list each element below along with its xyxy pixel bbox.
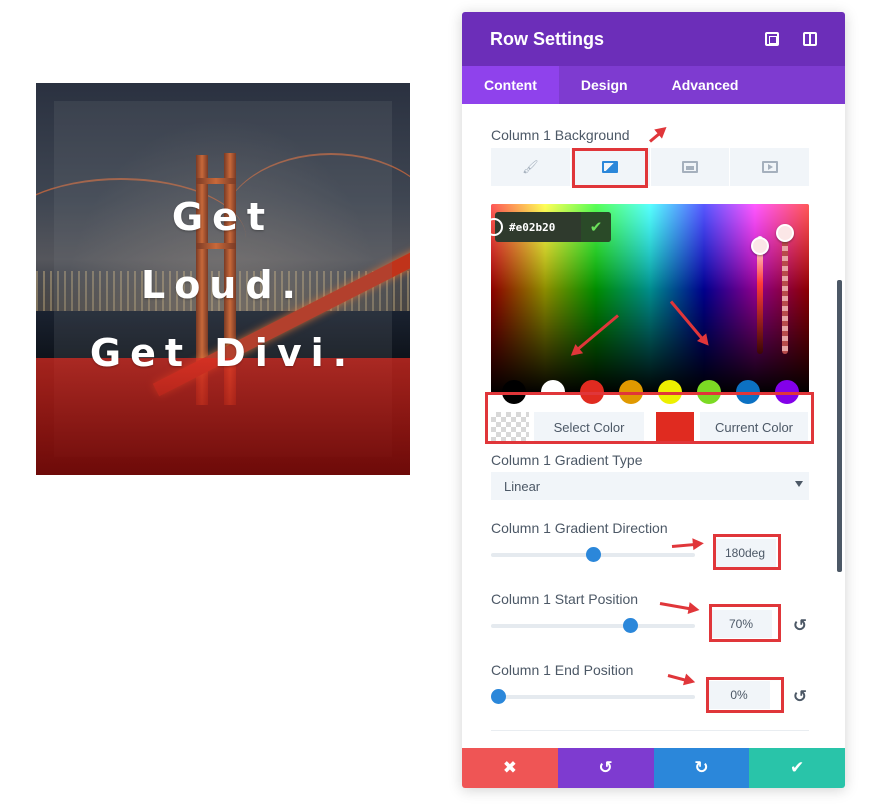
bg-tab-image[interactable] <box>650 148 730 186</box>
hex-value: #e02b20 <box>509 220 556 234</box>
tab-design[interactable]: Design <box>559 66 650 104</box>
chevron-down-icon <box>795 481 803 487</box>
annotation-highlight <box>572 148 648 188</box>
expand-icon[interactable] <box>765 32 779 46</box>
gradient-type-select[interactable]: Linear <box>491 472 809 500</box>
end-position-label: Column 1 End Position <box>491 662 634 678</box>
slider-knob[interactable] <box>491 689 506 704</box>
headline-line: Get Divi. <box>89 331 357 375</box>
preview-image: Get Loud. Get Divi. <box>36 83 410 475</box>
undo-icon: ↺ <box>598 758 613 777</box>
hex-input[interactable]: #e02b20 ✔ <box>495 212 611 242</box>
reset-icon[interactable]: ↺ <box>792 688 808 705</box>
panel-header: Row Settings <box>462 12 845 66</box>
alpha-slider-handle[interactable] <box>776 224 794 242</box>
alpha-slider[interactable] <box>776 224 794 354</box>
color-picker-field[interactable]: #e02b20 ✔ <box>491 204 809 394</box>
end-position-slider[interactable] <box>491 689 695 704</box>
video-icon <box>761 161 778 173</box>
headline-line: Get <box>171 195 275 239</box>
tab-advanced[interactable]: Advanced <box>650 66 761 104</box>
sidebar-toggle-icon[interactable] <box>803 32 817 46</box>
annotation-highlight <box>485 392 814 444</box>
panel-footer: ✖ ↺ ↻ ✔ <box>462 748 845 788</box>
image-icon <box>681 161 698 173</box>
scrollbar[interactable] <box>837 280 842 572</box>
bg-tab-video[interactable] <box>730 148 809 186</box>
gradient-type-value: Linear <box>504 478 541 494</box>
confirm-check-icon[interactable]: ✔ <box>581 212 611 242</box>
reset-icon[interactable]: ↺ <box>792 617 808 634</box>
redo-button[interactable]: ↻ <box>653 748 750 788</box>
undo-button[interactable]: ↺ <box>557 748 654 788</box>
annotation-highlight <box>713 534 781 570</box>
start-position-label: Column 1 Start Position <box>491 591 639 607</box>
color-bucket-icon: 🖌 <box>522 159 539 174</box>
checkmark-icon: ✔ <box>790 758 805 777</box>
headline-line: Loud. <box>140 263 305 307</box>
slider-knob[interactable] <box>623 618 639 633</box>
panel-title: Row Settings <box>490 28 605 49</box>
start-position-slider[interactable] <box>491 618 695 633</box>
close-icon: ✖ <box>502 758 517 777</box>
hue-slider[interactable] <box>751 236 769 354</box>
redo-icon: ↻ <box>694 758 709 777</box>
gradient-type-label: Column 1 Gradient Type <box>491 452 643 468</box>
background-label: Column 1 Background <box>491 127 630 143</box>
hue-slider-handle[interactable] <box>751 237 769 255</box>
background-type-tabs: 🖌 <box>491 148 809 186</box>
slider-knob[interactable] <box>585 547 601 562</box>
bg-tab-color[interactable]: 🖌 <box>491 148 570 186</box>
gradient-direction-label: Column 1 Gradient Direction <box>491 520 668 536</box>
annotation-highlight <box>706 677 784 713</box>
divider <box>491 730 809 731</box>
panel-tabs: Content Design Advanced <box>462 66 845 104</box>
annotation-highlight <box>709 604 781 642</box>
discard-button[interactable]: ✖ <box>462 748 558 788</box>
tab-content[interactable]: Content <box>462 66 559 104</box>
gradient-direction-slider[interactable] <box>491 547 695 562</box>
headline: Get Loud. Get Divi. <box>36 183 410 387</box>
save-button[interactable]: ✔ <box>749 748 845 788</box>
